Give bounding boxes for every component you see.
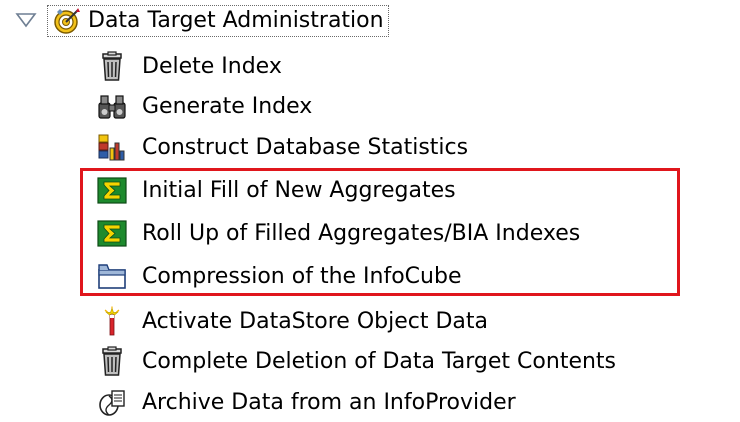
tree-item-construct-database-statistics[interactable]: Construct Database Statistics [96, 128, 468, 168]
tree-item-delete-index[interactable]: Delete Index [96, 47, 282, 87]
tree-item-label: Construct Database Statistics [142, 135, 469, 160]
data-target-tree: Data Target Administration Delete Index [0, 0, 740, 422]
tree-item-label: Archive Data from an InfoProvider [142, 390, 516, 415]
trash-icon [96, 346, 128, 378]
tree-root-label: Data Target Administration [88, 8, 384, 33]
tree-item-archive-data[interactable]: Archive Data from an InfoProvider [96, 383, 516, 422]
activate-icon [96, 306, 128, 338]
statistics-icon [96, 132, 128, 164]
tree-item-activate-datastore[interactable]: Activate DataStore Object Data [96, 302, 488, 342]
tree-root-row: Data Target Administration [0, 3, 740, 39]
tree-item-label: Complete Deletion of Data Target Content… [142, 349, 617, 374]
highlight-rectangle [80, 168, 680, 296]
trash-icon [96, 51, 128, 83]
target-gear-icon [52, 6, 82, 36]
tree-item-label: Activate DataStore Object Data [142, 309, 488, 334]
tree-item-complete-deletion[interactable]: Complete Deletion of Data Target Content… [96, 342, 616, 382]
archive-icon [96, 387, 128, 419]
tree-root-node[interactable]: Data Target Administration [47, 5, 389, 37]
tree-item-generate-index[interactable]: Generate Index [96, 87, 312, 127]
tree-item-label: Delete Index [142, 54, 282, 79]
triangle-down-icon[interactable] [14, 9, 38, 31]
tree-item-label: Generate Index [142, 94, 313, 119]
binoculars-icon [96, 91, 128, 123]
